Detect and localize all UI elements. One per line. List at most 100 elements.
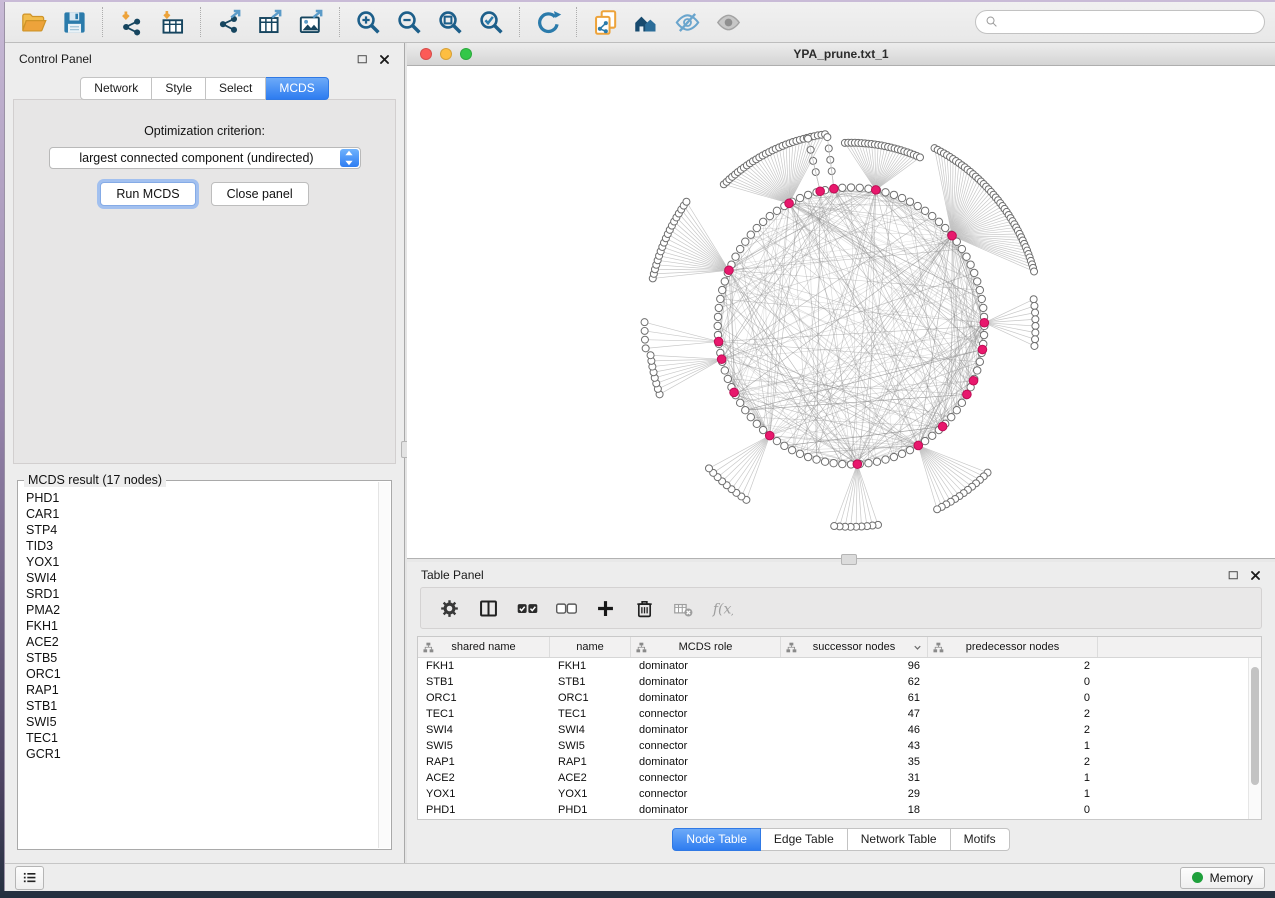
column-header-MCDS-role[interactable]: MCDS role (631, 637, 781, 657)
mcds-result-item[interactable]: STP4 (26, 522, 377, 538)
close-panel-icon[interactable] (1248, 568, 1262, 582)
table-row-PHD1[interactable]: PHD1PHD1dominator180 (418, 802, 1261, 818)
close-window-icon[interactable] (420, 48, 432, 60)
mcds-result-item[interactable]: CAR1 (26, 506, 377, 522)
open-file-button[interactable] (13, 5, 54, 39)
close-panel-icon[interactable] (377, 52, 391, 66)
select-all-rows-button[interactable] (508, 591, 547, 625)
network-canvas[interactable] (407, 66, 1275, 558)
tab-network[interactable]: Network (80, 77, 152, 100)
app-window: Control Panel NetworkStyleSelectMCDS Opt… (4, 2, 1275, 891)
table-row-SWI4[interactable]: SWI4SWI4dominator462 (418, 722, 1261, 738)
table-scrollbar-track[interactable] (1248, 658, 1261, 819)
export-image-button[interactable] (291, 5, 332, 39)
tab-select[interactable]: Select (206, 77, 266, 100)
mcds-result-item[interactable]: PMA2 (26, 602, 377, 618)
delete-column-button[interactable] (625, 591, 664, 625)
mcds-result-item[interactable]: PHD1 (26, 490, 377, 506)
table-row-FKH1[interactable]: FKH1FKH1dominator962 (418, 658, 1261, 674)
splitter-handle[interactable] (841, 554, 857, 565)
zoom-out-button[interactable] (389, 5, 430, 39)
mcds-result-item[interactable]: ORC1 (26, 666, 377, 682)
float-panel-icon[interactable] (355, 52, 369, 66)
mcds-result-item[interactable]: STB5 (26, 650, 377, 666)
export-table-button[interactable] (250, 5, 291, 39)
mcds-result-item[interactable]: SWI4 (26, 570, 377, 586)
refresh-icon (535, 9, 562, 36)
search-box[interactable] (975, 10, 1265, 34)
tab-network-table[interactable]: Network Table (848, 828, 951, 851)
cell-successor_nodes: 18 (781, 804, 928, 816)
cell-predecessor_nodes: 0 (928, 692, 1098, 704)
import-table-icon (159, 9, 186, 36)
import-network-icon (118, 9, 145, 36)
result-scrollbar-track[interactable] (378, 482, 390, 848)
zoom-window-icon[interactable] (460, 48, 472, 60)
table-row-TEC1[interactable]: TEC1TEC1connector472 (418, 706, 1261, 722)
cell-name: PHD1 (550, 804, 631, 816)
network-graph[interactable] (407, 66, 1275, 558)
tab-style[interactable]: Style (152, 77, 206, 100)
column-header-shared-name[interactable]: shared name (418, 637, 550, 657)
tree-icon (786, 642, 797, 653)
zoom-selected-icon (478, 9, 505, 36)
table-scrollbar-thumb[interactable] (1251, 667, 1259, 785)
add-column-button[interactable] (586, 591, 625, 625)
mcds-result-item[interactable]: FKH1 (26, 618, 377, 634)
mcds-result-item[interactable]: SRD1 (26, 586, 377, 602)
zoom-in-button[interactable] (348, 5, 389, 39)
tab-edge-table[interactable]: Edge Table (761, 828, 848, 851)
hide-selected-button[interactable] (667, 5, 708, 39)
table-row-SWI5[interactable]: SWI5SWI5connector431 (418, 738, 1261, 754)
save-session-button[interactable] (54, 5, 95, 39)
tab-node-table[interactable]: Node Table (672, 828, 761, 851)
table-row-YOX1[interactable]: YOX1YOX1connector291 (418, 786, 1261, 802)
table-header-row: shared namenameMCDS rolesuccessor nodesp… (418, 637, 1261, 658)
show-panels-button[interactable] (15, 866, 44, 890)
column-chooser-button[interactable] (469, 591, 508, 625)
mcds-result-item[interactable]: TEC1 (26, 730, 377, 746)
mcds-result-item[interactable]: YOX1 (26, 554, 377, 570)
table-row-RAP1[interactable]: RAP1RAP1dominator352 (418, 754, 1261, 770)
memory-button[interactable]: Memory (1180, 867, 1265, 889)
clone-network-icon (592, 9, 619, 36)
mcds-result-item[interactable]: SWI5 (26, 714, 377, 730)
cell-mcds_role: connector (631, 740, 781, 752)
import-network-button[interactable] (111, 5, 152, 39)
float-panel-icon[interactable] (1226, 568, 1240, 582)
table-row-ACE2[interactable]: ACE2ACE2connector311 (418, 770, 1261, 786)
column-header-name[interactable]: name (550, 637, 631, 657)
mcds-result-item[interactable]: ACE2 (26, 634, 377, 650)
tab-motifs[interactable]: Motifs (951, 828, 1010, 851)
zoom-selected-button[interactable] (471, 5, 512, 39)
table-settings-button[interactable] (430, 591, 469, 625)
column-header-predecessor-nodes[interactable]: predecessor nodes (928, 637, 1098, 657)
run-mcds-button[interactable]: Run MCDS (100, 182, 195, 206)
close-panel-button[interactable]: Close panel (211, 182, 309, 206)
column-header-successor-nodes[interactable]: successor nodes (781, 637, 928, 657)
first-neighbors-icon (633, 9, 660, 36)
minimize-window-icon[interactable] (440, 48, 452, 60)
cell-shared_name: SWI4 (418, 724, 550, 736)
table-row-STB1[interactable]: STB1STB1dominator620 (418, 674, 1261, 690)
mcds-result-item[interactable]: RAP1 (26, 682, 377, 698)
mcds-result-item[interactable]: TID3 (26, 538, 377, 554)
refresh-button[interactable] (528, 5, 569, 39)
select-stepper-icon (340, 149, 359, 167)
zoom-fit-button[interactable] (430, 5, 471, 39)
clone-network-button[interactable] (585, 5, 626, 39)
mcds-result-item[interactable]: GCR1 (26, 746, 377, 762)
cell-shared_name: STB1 (418, 676, 550, 688)
status-bar: Memory (5, 863, 1275, 891)
show-all-button[interactable] (708, 5, 749, 39)
export-network-button[interactable] (209, 5, 250, 39)
search-input[interactable] (1004, 14, 1255, 30)
import-table-button[interactable] (152, 5, 193, 39)
horizontal-splitter[interactable] (407, 558, 1275, 562)
optimization-criterion-select[interactable]: largest connected component (undirected) (49, 147, 361, 169)
table-row-ORC1[interactable]: ORC1ORC1dominator610 (418, 690, 1261, 706)
first-neighbors-button[interactable] (626, 5, 667, 39)
deselect-all-rows-button[interactable] (547, 591, 586, 625)
mcds-result-item[interactable]: STB1 (26, 698, 377, 714)
tab-mcds[interactable]: MCDS (266, 77, 328, 100)
